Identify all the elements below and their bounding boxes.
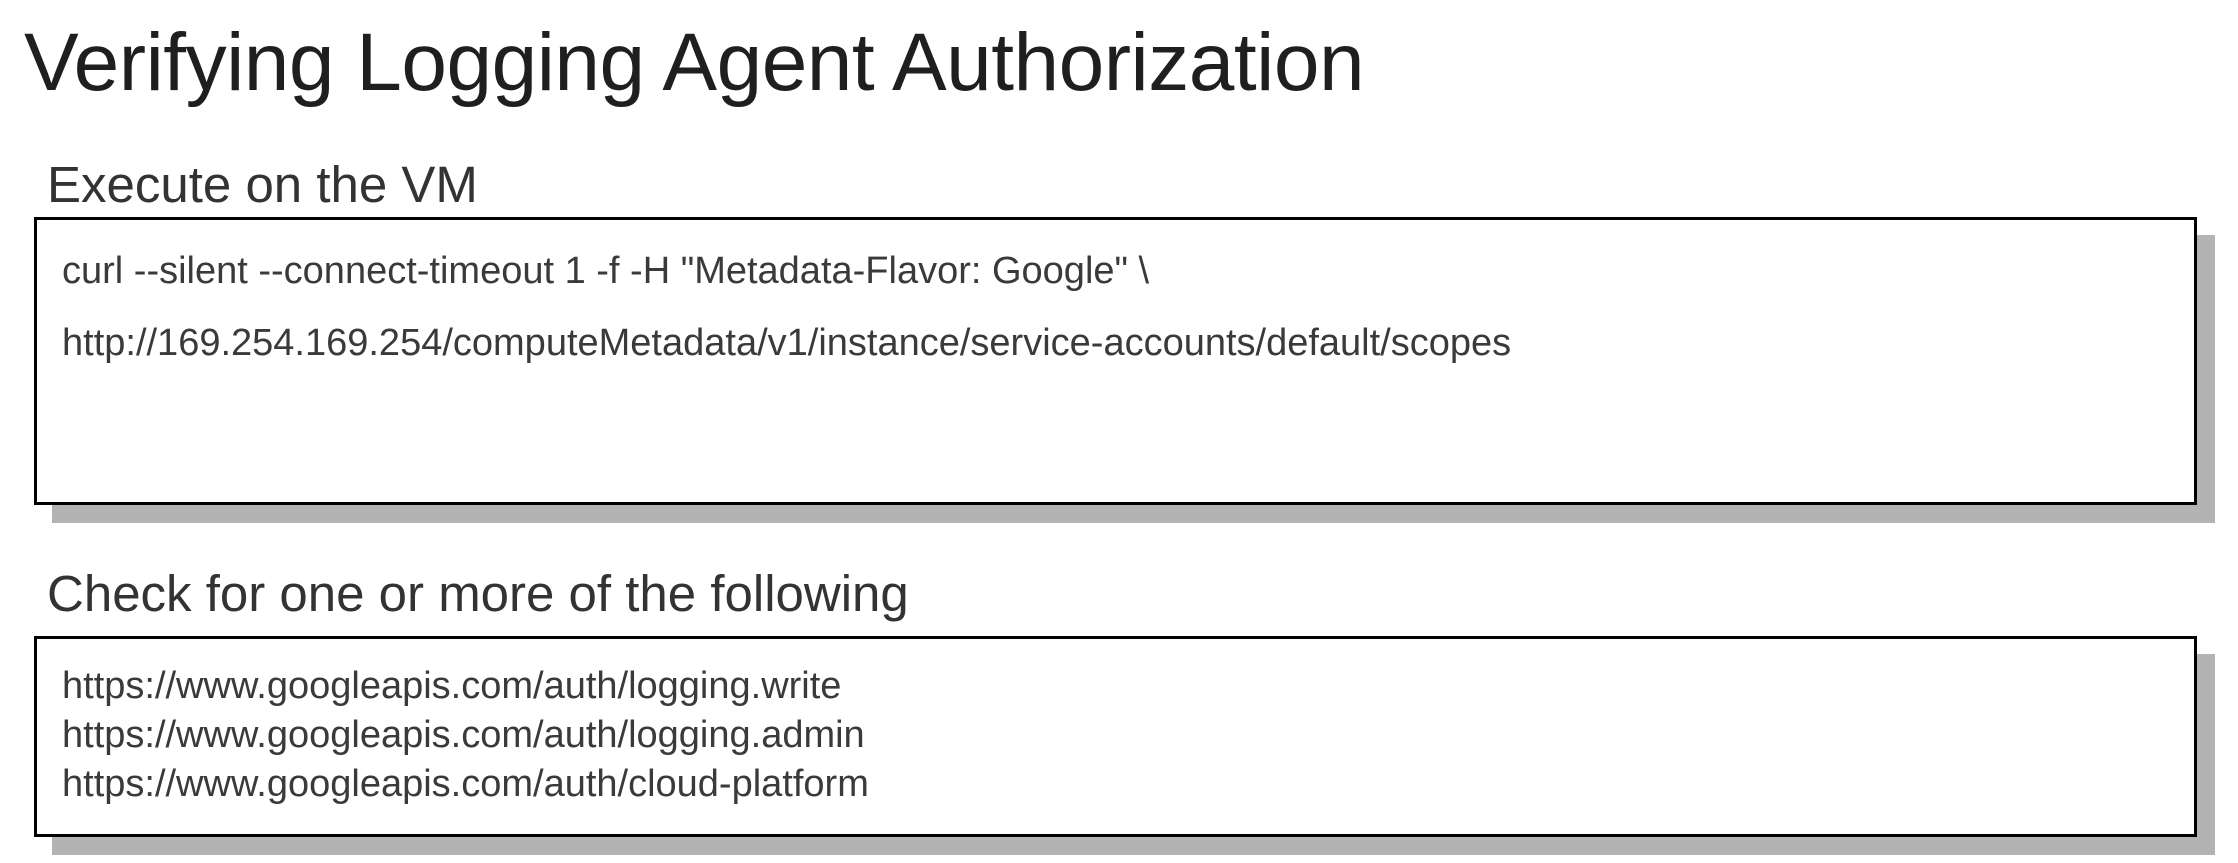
scope-item[interactable]: https://www.googleapis.com/auth/cloud-pl… <box>62 760 869 809</box>
scope-item[interactable]: https://www.googleapis.com/auth/logging.… <box>62 711 869 760</box>
execute-section-label: Execute on the VM <box>47 156 478 213</box>
scope-list: https://www.googleapis.com/auth/logging.… <box>62 662 869 809</box>
command-line[interactable]: curl --silent --connect-timeout 1 -f -H … <box>62 247 1149 295</box>
command-box[interactable]: curl --silent --connect-timeout 1 -f -H … <box>34 217 2197 505</box>
page-title: Verifying Logging Agent Authorization <box>24 17 1365 108</box>
scope-item[interactable]: https://www.googleapis.com/auth/logging.… <box>62 662 869 711</box>
command-line[interactable]: http://169.254.169.254/computeMetadata/v… <box>62 319 1511 367</box>
check-section-label: Check for one or more of the following <box>47 565 909 622</box>
scopes-box: https://www.googleapis.com/auth/logging.… <box>34 636 2197 837</box>
